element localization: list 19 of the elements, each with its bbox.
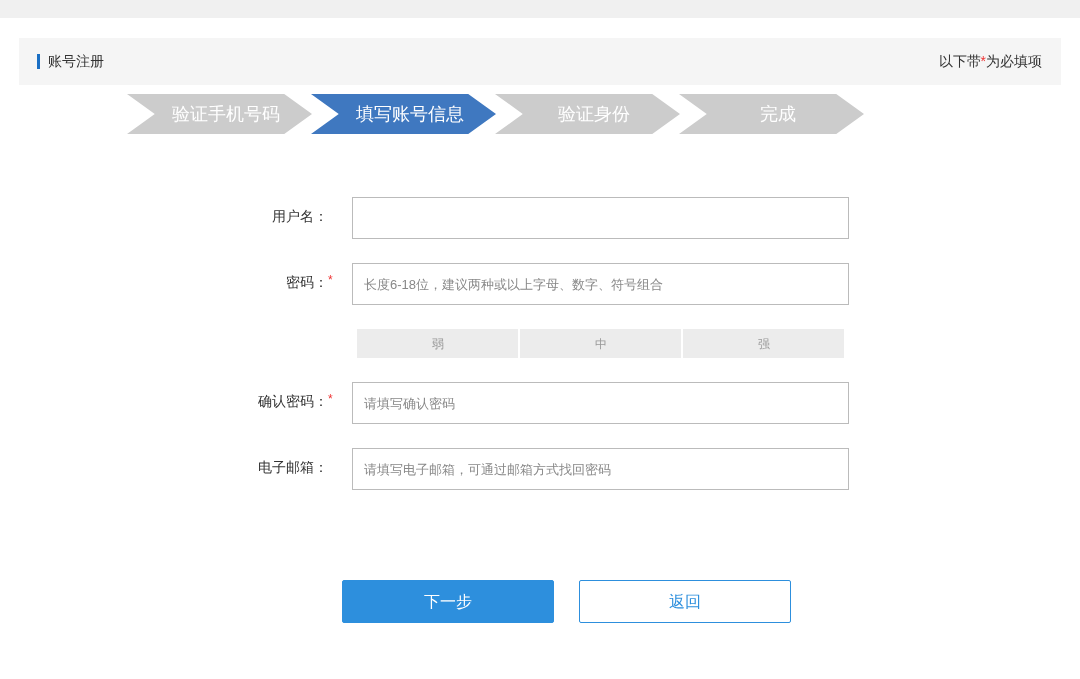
back-button[interactable]: 返回 [579, 580, 791, 623]
strength-segment: 中 [520, 329, 681, 358]
accent-bar [37, 54, 40, 69]
field-label: 电子邮箱： [258, 458, 328, 477]
text-input[interactable]: 请填写电子邮箱，可通过邮箱方式找回密码 [352, 448, 849, 490]
text-input[interactable]: 请填写确认密码 [352, 382, 849, 424]
strength-segment: 弱 [357, 329, 518, 358]
field-label: 用户名： [272, 207, 328, 226]
strength-segment: 强 [683, 329, 844, 358]
step-chevron: 填写账号信息 [311, 94, 496, 134]
field-label: 确认密码： [258, 392, 328, 411]
required-asterisk: * [328, 272, 333, 289]
text-input[interactable]: 长度6-18位，建议两种或以上字母、数字、符号组合 [352, 263, 849, 305]
required-asterisk: * [328, 391, 333, 408]
next-button[interactable]: 下一步 [342, 580, 554, 623]
required-note: 以下带*为必填项 [938, 52, 1042, 71]
page-title: 账号注册 [48, 52, 104, 71]
text-input[interactable] [352, 197, 849, 239]
field-label: 密码： [286, 273, 328, 292]
